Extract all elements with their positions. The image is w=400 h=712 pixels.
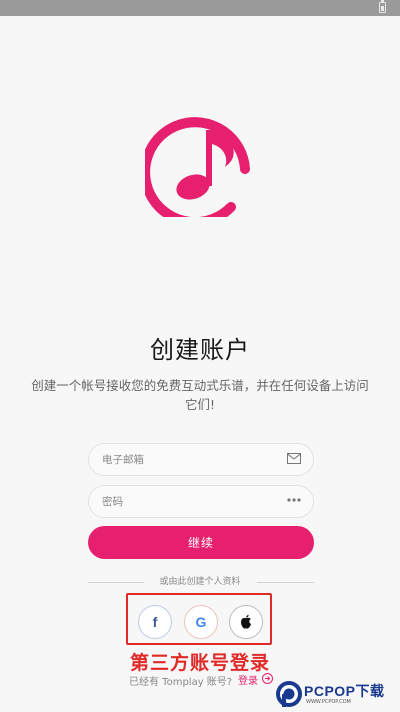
apple-login-button[interactable] bbox=[229, 605, 263, 639]
login-link[interactable]: 登录 bbox=[238, 672, 258, 687]
password-field[interactable] bbox=[88, 485, 314, 518]
watermark: PCPOP下载 WWW.PCPOP.COM bbox=[272, 675, 400, 712]
email-field[interactable] bbox=[88, 443, 314, 476]
mail-icon bbox=[287, 453, 301, 464]
facebook-login-button[interactable]: f bbox=[138, 605, 172, 639]
existing-account-text: 已经有 Tomplay 账号? bbox=[129, 677, 233, 688]
email-input[interactable] bbox=[89, 444, 269, 475]
google-icon: G bbox=[195, 614, 207, 630]
pcpop-logo-icon bbox=[276, 681, 302, 707]
page-title: 创建账户 bbox=[150, 336, 250, 364]
password-input[interactable] bbox=[89, 486, 269, 517]
facebook-icon: f bbox=[152, 614, 158, 630]
dots-icon bbox=[287, 498, 301, 502]
continue-button[interactable]: 继续 bbox=[88, 526, 314, 559]
divider-line-right bbox=[257, 582, 314, 583]
watermark-brand: PCPOP下载 bbox=[304, 683, 385, 699]
music-note-logo-icon bbox=[145, 117, 250, 217]
third-party-login-annotation: 第三方账号登录 bbox=[129, 652, 270, 674]
battery-icon bbox=[379, 0, 386, 13]
status-bar bbox=[0, 0, 400, 16]
page-subtitle: 创建一个帐号接收您的免费互动式乐谱，并在任何设备上访问它们! bbox=[31, 378, 369, 412]
watermark-sub: WWW.PCPOP.COM bbox=[306, 699, 351, 705]
google-login-button[interactable]: G bbox=[184, 605, 218, 639]
divider-text: 或由此创建个人资料 bbox=[159, 577, 241, 587]
apple-icon bbox=[241, 614, 251, 629]
